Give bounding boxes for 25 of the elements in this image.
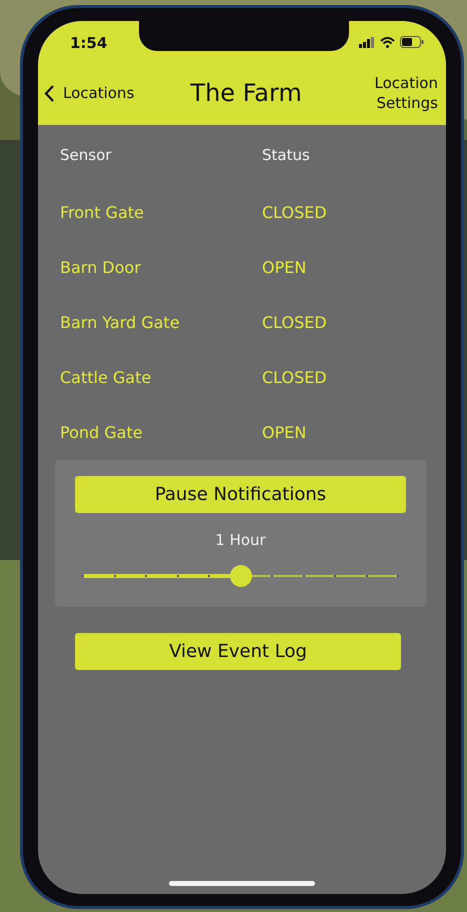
sensor-name: Cattle Gate <box>60 368 152 387</box>
sensor-name: Front Gate <box>60 203 145 222</box>
back-button[interactable]: Locations <box>44 84 134 102</box>
duration-label: 1 Hour <box>215 531 266 549</box>
signal-icon <box>359 36 375 48</box>
pause-notifications-button[interactable]: Pause Notifications <box>75 476 406 513</box>
column-header: Status <box>262 146 310 164</box>
slider-thumb[interactable] <box>230 565 252 587</box>
sensor-status: CLOSED <box>262 368 327 387</box>
sensor-name: Barn Door <box>60 258 142 277</box>
sensor-status: CLOSED <box>262 203 327 222</box>
sensor-status: OPEN <box>262 258 306 277</box>
sensor-name: Pond Gate <box>60 423 144 442</box>
screen-title: The Farm <box>190 79 302 107</box>
battery-icon <box>400 36 424 48</box>
sensor-name: Barn Yard Gate <box>60 313 181 332</box>
sensor-status: OPEN <box>262 423 306 442</box>
wifi-icon <box>380 36 395 48</box>
duration-slider[interactable] <box>83 565 398 587</box>
location-settings-button[interactable]: Location Settings <box>358 73 438 113</box>
view-event-log-button[interactable]: View Event Log <box>75 633 401 670</box>
sensor-status: CLOSED <box>262 313 327 332</box>
chevron-left-icon <box>44 84 55 102</box>
status-time: 1:54 <box>69 33 108 52</box>
column-header: Sensor <box>60 146 112 164</box>
